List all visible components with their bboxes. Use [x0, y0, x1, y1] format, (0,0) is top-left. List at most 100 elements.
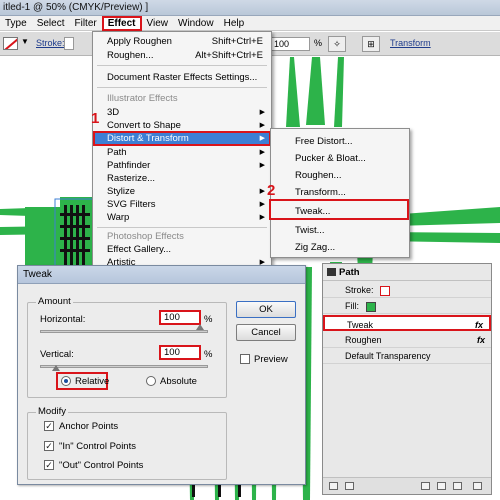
submenu-arrow-icon: ▶	[259, 214, 265, 221]
menu-item-label: SVG Filters	[107, 199, 156, 210]
fill-none-swatch[interactable]	[3, 37, 18, 50]
menu-item-effect-gallery[interactable]: Effect Gallery...	[93, 243, 271, 256]
menu-window[interactable]: Window	[173, 16, 219, 31]
menu-item-document-raster[interactable]: Document Raster Effects Settings...	[93, 71, 271, 84]
modify-label: Modify	[36, 406, 68, 417]
anchor-points-label: Anchor Points	[59, 421, 119, 432]
menu-divider	[97, 87, 267, 88]
vertical-percent: %	[204, 349, 213, 360]
menu-type[interactable]: Type	[0, 16, 32, 31]
preview-label: Preview	[254, 354, 288, 365]
appearance-stroke-row[interactable]: Stroke:	[323, 282, 491, 298]
menu-item-svg-filters[interactable]: SVG Filters ▶	[93, 198, 271, 211]
menu-filter[interactable]: Filter	[69, 16, 101, 31]
step-number-1: 1	[91, 110, 100, 127]
menu-help[interactable]: Help	[219, 16, 250, 31]
menu-item-label: Convert to Shape	[107, 120, 181, 131]
stroke-none-swatch[interactable]	[380, 285, 391, 296]
anchor-points-checkbox[interactable]: ✓	[44, 421, 54, 431]
menu-item-path[interactable]: Path ▶	[93, 146, 271, 159]
tweak-row-label: Tweak	[347, 320, 374, 330]
horizontal-percent: %	[204, 314, 213, 325]
menu-header-photoshop-effects: Photoshop Effects	[107, 231, 184, 242]
menu-item-roughen[interactable]: Roughen... Alt+Shift+Ctrl+E	[93, 49, 271, 62]
submenu-arrow-icon: ▶	[259, 162, 265, 169]
align-icon[interactable]: ⊞	[362, 36, 380, 52]
panel-menu-icon[interactable]	[473, 482, 482, 490]
shortcut-label: Shift+Ctrl+E	[211, 36, 263, 47]
window-title: itled-1 @ 50% (CMYK/Preview) ]	[0, 0, 500, 16]
menu-select[interactable]: Select	[32, 16, 70, 31]
submenu-arrow-icon: ▶	[259, 149, 265, 156]
menu-item-pathfinder[interactable]: Pathfinder ▶	[93, 159, 271, 172]
horizontal-label: Horizontal:	[40, 314, 86, 325]
duplicate-item-icon[interactable]	[437, 482, 446, 490]
stroke-link[interactable]: Stroke:	[36, 38, 65, 48]
transform-link[interactable]: Transform	[390, 38, 431, 48]
appearance-panel: Path Stroke: Fill: Tweak fx Roughen fx D…	[322, 263, 492, 495]
step-number-2: 2	[267, 182, 276, 199]
menu-header-illustrator-effects: Illustrator Effects	[107, 93, 178, 104]
roughen-row-label: Roughen	[345, 335, 382, 345]
appearance-transparency-row[interactable]: Default Transparency	[323, 348, 491, 364]
clear-appearance-icon[interactable]	[345, 482, 354, 490]
chevron-down-icon[interactable]: ▼	[21, 37, 29, 46]
appearance-roughen-row[interactable]: Roughen fx	[323, 332, 491, 348]
out-control-points-label: "Out" Control Points	[59, 460, 144, 471]
menu-item-label: Warp	[107, 212, 130, 223]
absolute-radio[interactable]	[146, 376, 156, 386]
menu-item-label: 3D	[107, 107, 120, 118]
fx-icon[interactable]: fx	[475, 317, 483, 333]
reduce-basic-icon[interactable]	[421, 482, 430, 490]
menu-item-label: Apply Roughen	[107, 36, 172, 47]
menu-item-apply-roughen[interactable]: Apply Roughen Shift+Ctrl+E	[93, 35, 271, 48]
shortcut-label: Alt+Shift+Ctrl+E	[195, 50, 263, 61]
horizontal-input[interactable]: 100	[159, 310, 201, 325]
panel-footer	[323, 477, 491, 494]
menu-item-label: Stylize	[107, 186, 135, 197]
menu-effect[interactable]: Effect	[101, 15, 142, 31]
effect-menu: Apply Roughen Shift+Ctrl+E Roughen... Al…	[92, 31, 272, 268]
menu-item-3d[interactable]: 3D ▶	[93, 106, 271, 119]
menu-item-stylize[interactable]: Stylize ▶	[93, 185, 271, 198]
submenu-arrow-icon: ▶	[259, 109, 265, 116]
opacity-field[interactable]: 100	[270, 37, 310, 51]
fill-row-label: Fill:	[345, 301, 359, 311]
submenu-arrow-icon: ▶	[259, 201, 265, 208]
vertical-slider[interactable]	[40, 365, 208, 368]
menu-item-label: Path	[107, 147, 127, 158]
vertical-slider-thumb[interactable]	[52, 365, 60, 371]
in-control-points-label: "In" Control Points	[59, 441, 136, 452]
stroke-weight-field[interactable]	[64, 37, 74, 50]
distort-transform-submenu: Free Distort... Pucker & Bloat... Roughe…	[269, 128, 410, 258]
ok-button[interactable]: OK	[236, 301, 296, 318]
fill-green-swatch[interactable]	[365, 301, 376, 312]
vertical-input[interactable]: 100	[159, 345, 201, 360]
out-control-points-checkbox[interactable]: ✓	[44, 460, 54, 470]
menu-divider	[97, 227, 267, 228]
fx-icon[interactable]: fx	[477, 332, 485, 348]
appearance-fill-row[interactable]: Fill:	[323, 298, 491, 314]
menu-view[interactable]: View	[142, 16, 174, 31]
opacity-unit: %	[314, 38, 323, 48]
in-control-points-checkbox[interactable]: ✓	[44, 441, 54, 451]
amount-label: Amount	[36, 296, 73, 307]
cancel-button[interactable]: Cancel	[236, 324, 296, 341]
menu-item-label: Roughen...	[107, 50, 154, 61]
menu-item-rasterize[interactable]: Rasterize...	[93, 172, 271, 185]
relative-radio[interactable]	[61, 376, 71, 386]
panel-header-path: Path	[323, 264, 491, 281]
preview-checkbox[interactable]	[240, 354, 250, 364]
style-icon[interactable]: ✧	[328, 36, 346, 52]
horizontal-slider-thumb[interactable]	[196, 324, 204, 330]
menu-item-label: Pathfinder	[107, 160, 151, 171]
highlight-box	[93, 131, 271, 146]
horizontal-slider[interactable]	[40, 330, 208, 333]
new-art-icon[interactable]	[329, 482, 338, 490]
menu-item-warp[interactable]: Warp ▶	[93, 211, 271, 224]
highlight-box	[269, 199, 409, 220]
appearance-tweak-row[interactable]: Tweak fx	[323, 315, 491, 331]
submenu-item-zig-zag[interactable]: Zig Zag...	[271, 237, 409, 258]
menu-bar: Type Select Filter Effect View Window He…	[0, 15, 500, 31]
delete-item-icon[interactable]	[453, 482, 462, 490]
